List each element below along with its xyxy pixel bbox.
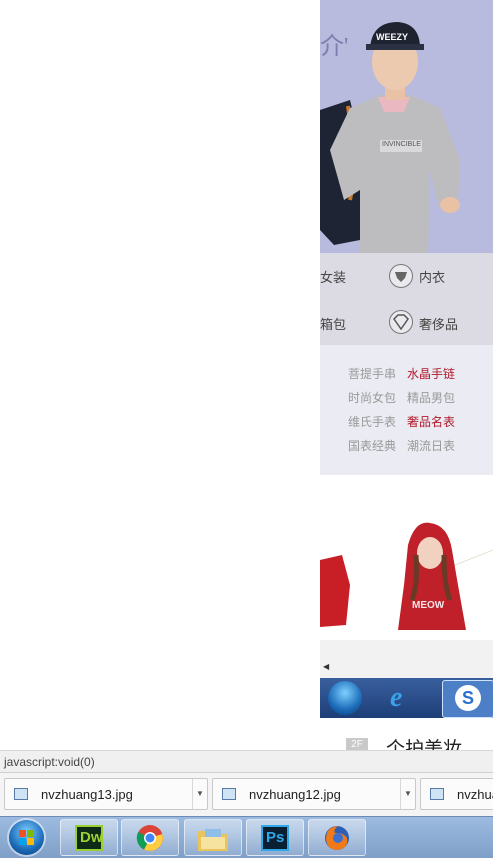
taskbar-dreamweaver[interactable]: Dw <box>60 819 118 856</box>
link-swiss-watches[interactable]: 维氏手表 <box>348 413 396 430</box>
download-filename: nvzhua <box>457 787 493 802</box>
link-mens-bags[interactable]: 精品男包 <box>407 389 455 406</box>
link-classic-watches[interactable]: 国表经典 <box>348 437 396 454</box>
floor-badge: 2F <box>346 738 368 750</box>
diamond-icon <box>389 310 413 334</box>
inner-sogou-icon: S <box>442 680 493 718</box>
horizontal-scrollbar[interactable]: ◀ <box>320 640 493 678</box>
link-bodhi-bracelet[interactable]: 菩提手串 <box>348 365 396 382</box>
category-womens[interactable]: 女装 <box>320 267 346 286</box>
taskbar-chrome[interactable] <box>121 819 179 856</box>
download-item[interactable]: nvzhuang12.jpg ▼ <box>212 778 416 810</box>
chevron-down-icon[interactable]: ▼ <box>192 779 207 809</box>
status-url: javascript:void(0) <box>4 755 95 769</box>
section-title: 个护美妆 <box>386 739 463 750</box>
image-file-icon <box>14 788 28 800</box>
link-trend-watches[interactable]: 潮流日表 <box>407 437 455 454</box>
taskbar-firefox[interactable] <box>308 819 366 856</box>
folder-icon <box>198 829 228 851</box>
status-bar: javascript:void(0) <box>0 750 493 773</box>
taskbar-photoshop[interactable]: Ps <box>246 819 304 856</box>
link-grid: 菩提手串 水晶手链 时尚女包 精品男包 维氏手表 奢品名表 国表经典 潮流日表 <box>320 345 493 475</box>
category-bags[interactable]: 箱包 <box>320 314 346 333</box>
link-luxury-watches[interactable]: 奢品名表 <box>407 413 455 430</box>
photoshop-icon: Ps <box>261 825 289 851</box>
image-file-icon <box>222 788 236 800</box>
chrome-icon <box>136 825 163 851</box>
shirt-text: INVINCIBLE <box>382 141 421 148</box>
hero-banner[interactable]: 介' WEEZY INVINCIBLE <box>320 0 493 253</box>
link-fashion-bags[interactable]: 时尚女包 <box>348 389 396 406</box>
scroll-left-icon[interactable]: ◀ <box>323 662 329 671</box>
promo-text: MEOW <box>412 600 445 611</box>
start-button[interactable] <box>9 820 44 855</box>
link-crystal-bracelet[interactable]: 水晶手链 <box>407 365 455 382</box>
windows-logo-icon <box>19 830 34 845</box>
download-filename: nvzhuang13.jpg <box>41 787 133 802</box>
firefox-icon <box>325 826 349 850</box>
section-2f-header: 2F 个护美妆 <box>320 718 493 750</box>
inner-start-orb-icon <box>328 681 362 715</box>
category-underwear[interactable]: 内衣 <box>419 267 445 286</box>
category-luxury[interactable]: 奢侈品 <box>419 314 458 333</box>
image-file-icon <box>430 788 444 800</box>
windows-taskbar: Dw Ps <box>0 816 493 858</box>
inner-ie-icon: e <box>390 682 403 713</box>
category-panel: 女装 内衣 箱包 奢侈品 <box>320 253 493 345</box>
promo-banner[interactable]: MEOW <box>320 475 493 635</box>
inner-screenshot-taskbar: e S <box>320 678 493 718</box>
promo-image <box>320 522 493 630</box>
underwear-icon <box>389 264 413 288</box>
taskbar-explorer[interactable] <box>184 819 242 856</box>
blank-pane <box>0 0 320 750</box>
download-item[interactable]: nvzhua <box>420 778 493 810</box>
download-shelf: nvzhuang13.jpg ▼ nvzhuang12.jpg ▼ nvzhua <box>0 772 493 817</box>
download-item[interactable]: nvzhuang13.jpg ▼ <box>4 778 208 810</box>
web-page-content: 介' WEEZY INVINCIBLE 女装 内衣 箱包 奢侈品 菩提手串 水晶… <box>320 0 493 750</box>
download-filename: nvzhuang12.jpg <box>249 787 341 802</box>
chevron-down-icon[interactable]: ▼ <box>400 779 415 809</box>
dreamweaver-icon: Dw <box>75 825 103 851</box>
cap-text: WEEZY <box>376 32 409 42</box>
